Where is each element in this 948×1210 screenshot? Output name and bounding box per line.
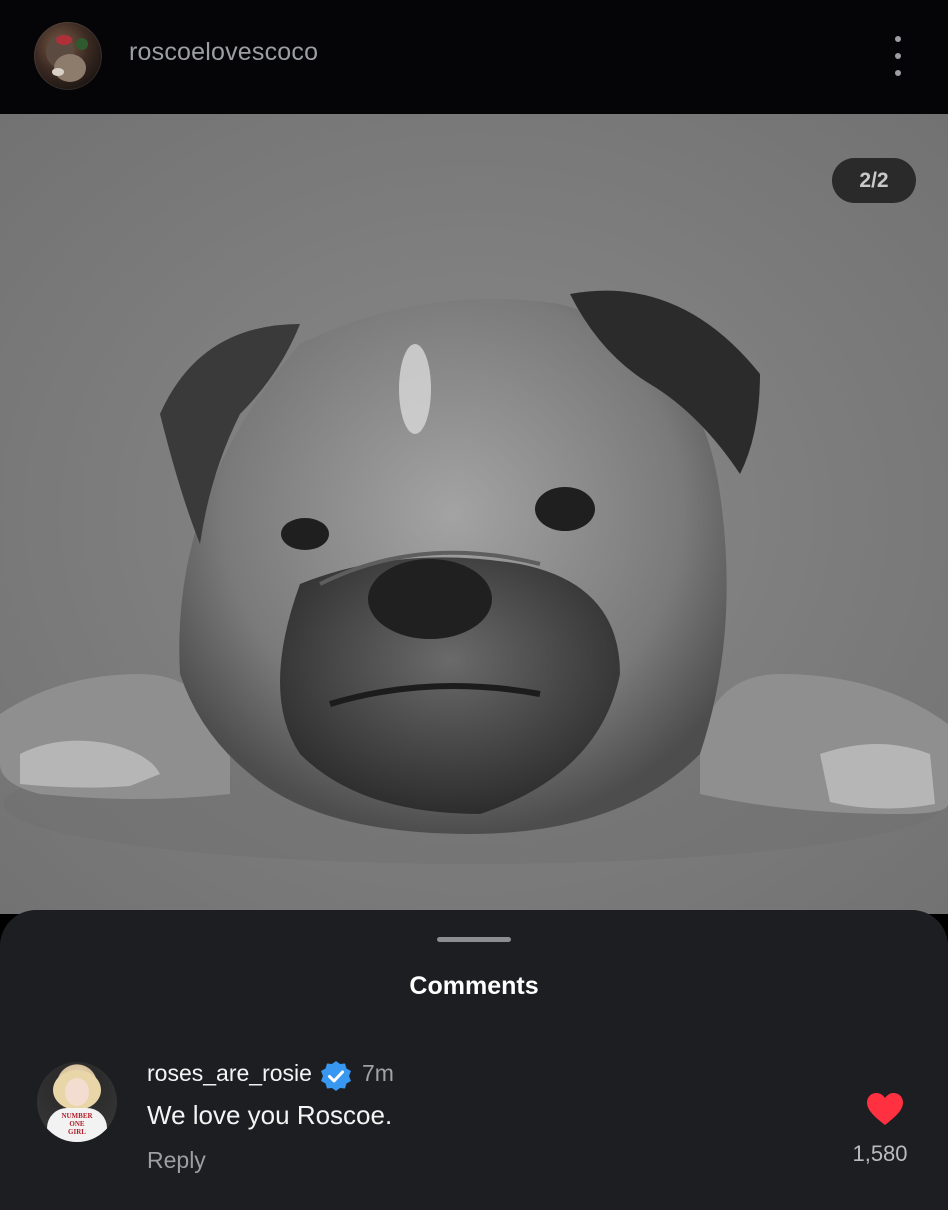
more-dot xyxy=(895,53,901,59)
reply-button[interactable]: Reply xyxy=(147,1147,206,1174)
heart-icon[interactable] xyxy=(866,1092,904,1126)
comment-text: We love you Roscoe. xyxy=(147,1100,393,1130)
commenter-username[interactable]: roses_are_rosie xyxy=(147,1060,312,1087)
post-header: roscoelovescoco xyxy=(0,0,948,114)
avatar-shirt-text: NUMBER ONE GIRL xyxy=(55,1112,99,1136)
verified-badge-icon xyxy=(321,1061,351,1091)
shirt-line: ONE xyxy=(69,1120,85,1128)
more-dot xyxy=(895,36,901,42)
shirt-line: GIRL xyxy=(68,1128,86,1136)
commenter-avatar[interactable]: NUMBER ONE GIRL xyxy=(37,1062,117,1142)
author-avatar[interactable] xyxy=(34,22,102,90)
author-avatar-image xyxy=(46,35,88,82)
sheet-drag-handle[interactable] xyxy=(437,937,511,942)
bulldog-photo xyxy=(0,290,948,864)
avatar-face xyxy=(65,1078,89,1106)
avatar-shirt: NUMBER ONE GIRL xyxy=(47,1108,107,1142)
more-vertical-icon[interactable] xyxy=(880,36,916,76)
author-username[interactable]: roscoelovescoco xyxy=(129,38,318,67)
image-counter: 2/2 xyxy=(832,158,916,203)
comments-sheet: Comments NUMBER ONE GIRL roses_are_rosie… xyxy=(0,910,948,1210)
comment-time: 7m xyxy=(362,1060,394,1086)
more-dot xyxy=(895,70,901,76)
comments-title: Comments xyxy=(409,972,539,1000)
shirt-line: NUMBER xyxy=(61,1112,93,1120)
like-count: 1,580 xyxy=(852,1141,908,1166)
post-image[interactable]: 2/2 xyxy=(0,114,948,914)
